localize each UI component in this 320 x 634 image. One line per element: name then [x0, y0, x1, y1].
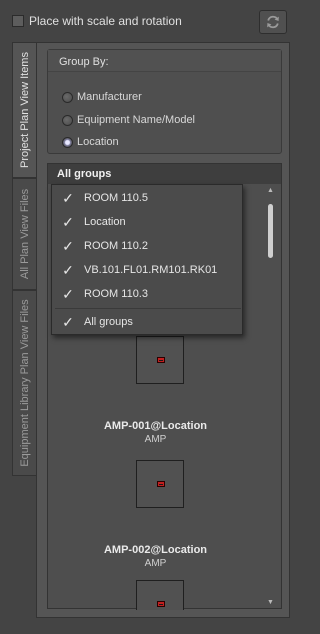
radio-button[interactable] — [62, 136, 73, 148]
dropdown-item-room-110-3[interactable]: ✓ ROOM 110.3 — [52, 282, 242, 306]
dropdown-separator — [55, 308, 241, 309]
scroll-down-arrow-icon[interactable]: ▼ — [267, 599, 274, 606]
checkmark-icon: ✓ — [62, 313, 74, 330]
tab-project-plan-view-items[interactable]: Project Plan View Items — [12, 42, 37, 178]
tab-label: All Plan View Files — [18, 188, 31, 280]
tab-label: Project Plan View Items — [19, 52, 31, 168]
radio-label: Location — [77, 136, 119, 148]
checkmark-icon: ✓ — [62, 189, 74, 206]
tab-label: Equipment Library Plan View Files — [18, 299, 31, 467]
equipment-thumbnail[interactable] — [136, 460, 184, 508]
checkmark-icon: ✓ — [62, 213, 74, 230]
radio-label: Manufacturer — [77, 91, 142, 103]
dropdown-item-label: VB.101.FL01.RM101.RK01 — [84, 264, 218, 276]
dropdown-item-room-110-5[interactable]: ✓ ROOM 110.5 — [52, 186, 242, 210]
dropdown-item-label: ROOM 110.3 — [84, 288, 148, 300]
radio-location[interactable]: Location — [62, 136, 119, 148]
dropdown-item-label: ROOM 110.2 — [84, 240, 148, 252]
list-scrollbar[interactable]: ▲ ▼ — [265, 186, 277, 606]
radio-equipment-name-model[interactable]: Equipment Name/Model — [62, 114, 195, 126]
checkmark-icon: ✓ — [62, 237, 74, 254]
item-name: AMP-001@Location — [103, 420, 208, 432]
place-with-scale-checkbox[interactable] — [12, 15, 24, 27]
group-filter-header[interactable]: All groups — [48, 164, 281, 184]
refresh-button[interactable] — [259, 10, 287, 34]
checkmark-icon: ✓ — [62, 261, 74, 278]
group-by-title: Group By: — [48, 50, 281, 72]
dropdown-item-location[interactable]: ✓ Location — [52, 210, 242, 234]
group-filter-dropdown: ✓ ROOM 110.5 ✓ Location ✓ ROOM 110.2 ✓ V… — [51, 184, 243, 335]
equipment-thumbnail[interactable] — [136, 336, 184, 384]
tab-all-plan-view-files[interactable]: All Plan View Files — [12, 178, 36, 290]
dropdown-item-all-groups[interactable]: ✓ All groups — [52, 310, 242, 334]
radio-button[interactable] — [62, 114, 73, 126]
item-type: AMP — [144, 434, 167, 445]
scroll-up-arrow-icon[interactable]: ▲ — [267, 187, 274, 194]
radio-manufacturer[interactable]: Manufacturer — [62, 91, 142, 103]
group-by-box: Group By: Manufacturer Equipment Name/Mo… — [47, 49, 282, 154]
radio-button[interactable] — [62, 91, 73, 103]
radio-label: Equipment Name/Model — [77, 114, 196, 126]
amp-equipment-icon — [157, 481, 165, 487]
dropdown-item-label: Location — [84, 216, 126, 228]
dropdown-item-label: All groups — [84, 316, 133, 328]
place-with-scale-label[interactable]: Place with scale and rotation — [29, 14, 182, 28]
refresh-icon — [267, 15, 279, 29]
equipment-thumbnail[interactable] — [136, 580, 184, 610]
amp-equipment-icon — [157, 601, 165, 607]
amp-equipment-icon — [157, 357, 165, 363]
scrollbar-thumb[interactable] — [268, 204, 273, 258]
dropdown-item-room-110-2[interactable]: ✓ ROOM 110.2 — [52, 234, 242, 258]
checkmark-icon: ✓ — [62, 285, 74, 302]
dropdown-item-label: ROOM 110.5 — [84, 192, 148, 204]
top-bar: Place with scale and rotation — [0, 0, 298, 40]
item-name: AMP-002@Location — [103, 544, 208, 556]
dropdown-item-vb-101[interactable]: ✓ VB.101.FL01.RM101.RK01 — [52, 258, 242, 282]
item-type: AMP — [144, 558, 167, 569]
tab-equipment-library-plan-view-files[interactable]: Equipment Library Plan View Files — [12, 290, 36, 476]
